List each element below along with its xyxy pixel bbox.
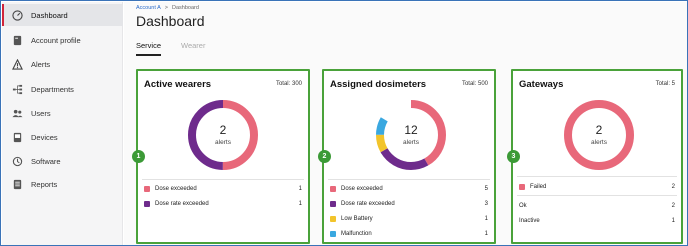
legend-swatch bbox=[330, 201, 336, 207]
donut-count: 2 bbox=[595, 123, 603, 137]
sidebar-item-label: Reports bbox=[31, 179, 58, 189]
legend-row: Failed 2 bbox=[519, 181, 675, 193]
sidebar: Dashboard Account profile Alerts Departm… bbox=[2, 2, 123, 245]
sidebar-item-devices[interactable]: Devices bbox=[2, 126, 123, 148]
dashboard-icon bbox=[11, 9, 23, 21]
breadcrumb-current: Dashboard bbox=[172, 5, 199, 11]
sidebar-item-label: Devices bbox=[31, 132, 58, 142]
status-label: Ok bbox=[519, 203, 527, 209]
legend-label: Malfunction bbox=[341, 231, 372, 237]
donut-label: alerts bbox=[591, 139, 607, 146]
departments-icon bbox=[11, 83, 23, 95]
card-total: Total: 5 bbox=[655, 81, 675, 87]
divider bbox=[142, 179, 304, 180]
sidebar-item-label: Users bbox=[31, 108, 51, 118]
legend-swatch bbox=[144, 186, 150, 192]
software-icon bbox=[11, 155, 23, 167]
sidebar-item-label: Dashboard bbox=[31, 10, 68, 20]
legend-swatch bbox=[330, 186, 336, 192]
divider bbox=[517, 176, 677, 177]
page-title: Dashboard bbox=[136, 13, 205, 29]
active-wearers-card[interactable]: Active wearers Total: 300 2 alerts Dose … bbox=[136, 69, 310, 244]
legend-row: Low Battery 1 bbox=[330, 213, 488, 225]
legend-label: Low Battery bbox=[341, 216, 373, 222]
legend-value: 5 bbox=[484, 186, 488, 192]
main-content: Account A > Dashboard Dashboard Service … bbox=[124, 2, 687, 245]
legend-row: Malfunction 1 bbox=[330, 228, 488, 240]
app-window: Dashboard Account profile Alerts Departm… bbox=[0, 0, 688, 246]
legend-label: Dose exceeded bbox=[341, 186, 383, 192]
sidebar-item-reports[interactable]: Reports bbox=[2, 173, 123, 195]
legend-swatch bbox=[519, 184, 525, 190]
donut-label: alerts bbox=[215, 139, 231, 146]
sidebar-item-label: Alerts bbox=[31, 59, 51, 69]
legend-label: Dose rate exceeded bbox=[341, 201, 395, 207]
card-title: Active wearers bbox=[144, 79, 212, 90]
assigned-dosimeters-card[interactable]: Assigned dosimeters Total: 500 12 alerts… bbox=[322, 69, 496, 244]
sidebar-item-account-profile[interactable]: Account profile bbox=[2, 29, 123, 51]
status-value: 2 bbox=[671, 203, 675, 209]
legend-label: Failed bbox=[530, 184, 547, 190]
sidebar-item-alerts[interactable]: Alerts bbox=[2, 53, 123, 75]
status-row: Inactive 1 bbox=[519, 215, 675, 227]
legend-row: Dose exceeded 5 bbox=[330, 183, 488, 195]
alerts-donut: 12 alerts bbox=[374, 98, 448, 172]
sidebar-item-label: Software bbox=[31, 156, 61, 166]
legend-swatch bbox=[144, 201, 150, 207]
legend-row: Dose rate exceeded 3 bbox=[330, 198, 488, 210]
sidebar-item-label: Account profile bbox=[31, 35, 81, 45]
alerts-donut: 2 alerts bbox=[562, 98, 636, 172]
status-value: 1 bbox=[671, 218, 675, 224]
tab-bar: Service Wearer bbox=[136, 41, 205, 56]
card-title: Gateways bbox=[519, 79, 564, 90]
sidebar-item-departments[interactable]: Departments bbox=[2, 78, 123, 100]
legend-row: Dose exceeded 1 bbox=[144, 183, 302, 195]
legend-value: 2 bbox=[671, 184, 675, 190]
gateways-card[interactable]: Gateways Total: 5 2 alerts Failed 2 Ok 2 bbox=[511, 69, 683, 244]
sidebar-item-software[interactable]: Software bbox=[2, 150, 123, 172]
legend-value: 3 bbox=[484, 201, 488, 207]
account-profile-icon bbox=[11, 34, 23, 46]
divider bbox=[328, 179, 490, 180]
donut-label: alerts bbox=[403, 139, 419, 146]
legend-row: Dose rate exceeded 1 bbox=[144, 198, 302, 210]
legend-value: 1 bbox=[298, 186, 302, 192]
card-number-badge: 3 bbox=[507, 150, 520, 163]
reports-icon bbox=[11, 178, 23, 190]
sidebar-item-dashboard[interactable]: Dashboard bbox=[2, 4, 123, 26]
card-number-badge: 2 bbox=[318, 150, 331, 163]
legend-swatch bbox=[330, 216, 336, 222]
card-title: Assigned dosimeters bbox=[330, 79, 427, 90]
sidebar-item-label: Departments bbox=[31, 84, 74, 94]
donut-count: 2 bbox=[219, 123, 227, 137]
donut-count: 12 bbox=[404, 123, 418, 137]
alert-icon bbox=[11, 58, 23, 70]
breadcrumb-account-link[interactable]: Account A bbox=[136, 5, 161, 11]
legend-value: 1 bbox=[298, 201, 302, 207]
legend-value: 1 bbox=[484, 231, 488, 237]
breadcrumb: Account A > Dashboard bbox=[136, 5, 199, 11]
users-icon bbox=[11, 107, 23, 119]
legend-label: Dose rate exceeded bbox=[155, 201, 209, 207]
card-total: Total: 500 bbox=[461, 81, 488, 87]
legend-swatch bbox=[330, 231, 336, 237]
status-row: Ok 2 bbox=[519, 200, 675, 212]
alerts-donut: 2 alerts bbox=[186, 98, 260, 172]
legend-value: 1 bbox=[484, 216, 488, 222]
status-label: Inactive bbox=[519, 218, 540, 224]
tab-service[interactable]: Service bbox=[136, 41, 162, 56]
tab-wearer[interactable]: Wearer bbox=[181, 41, 205, 56]
card-total: Total: 300 bbox=[275, 81, 302, 87]
breadcrumb-separator: > bbox=[164, 5, 168, 11]
divider bbox=[517, 195, 677, 196]
legend-label: Dose exceeded bbox=[155, 186, 197, 192]
sidebar-item-users[interactable]: Users bbox=[2, 102, 123, 124]
card-number-badge: 1 bbox=[132, 150, 145, 163]
devices-icon bbox=[11, 131, 23, 143]
